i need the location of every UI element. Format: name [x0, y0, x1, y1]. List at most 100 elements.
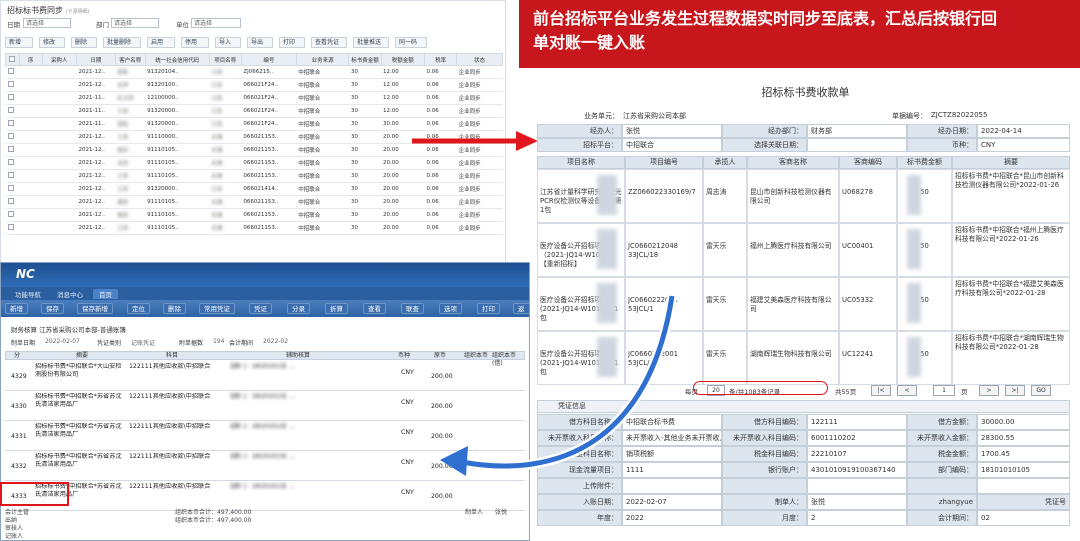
- row-lock-cell: [19, 130, 43, 144]
- handler-field[interactable]: 张悦: [622, 124, 722, 138]
- nc-toolbar-button[interactable]: 凭证: [249, 303, 272, 314]
- checkbox-icon[interactable]: [7, 159, 14, 165]
- column-header: 状态: [456, 53, 503, 66]
- checkbox-icon[interactable]: [7, 120, 14, 126]
- toolbar-button[interactable]: 修改: [39, 37, 65, 48]
- dept-field[interactable]: 财务部: [807, 124, 907, 138]
- voucher-field[interactable]: 4301010919100367140: [807, 462, 907, 478]
- toolbar-button[interactable]: 批量推送: [353, 37, 389, 48]
- row-checkbox-cell[interactable]: [5, 130, 20, 144]
- checkbox-icon[interactable]: [7, 68, 14, 74]
- voucher-field[interactable]: [977, 478, 1070, 494]
- voucher-field[interactable]: 18101010105: [977, 462, 1070, 478]
- checkbox-icon[interactable]: [7, 211, 14, 217]
- row-checkbox-cell[interactable]: [5, 117, 20, 131]
- filter-unit-input[interactable]: 请选择: [191, 18, 241, 28]
- select-all-checkbox[interactable]: [5, 53, 20, 66]
- row-checkbox-cell[interactable]: [5, 78, 20, 92]
- toolbar-button[interactable]: 停用: [181, 37, 209, 48]
- checkbox-icon[interactable]: [7, 133, 14, 139]
- toolbar-button[interactable]: 删除: [71, 37, 97, 48]
- toolbar-button[interactable]: 查看凭证: [311, 37, 347, 48]
- table-row[interactable]: 2021-12.. 江苏 91110105.. 天津. 066021153.. 中招联合 3…: [5, 169, 503, 183]
- nc-toolbar-button[interactable]: 定位: [127, 303, 150, 314]
- grid-cell-code: UC00401: [839, 223, 897, 277]
- nc-toolbar-button[interactable]: 保存新增: [77, 303, 113, 314]
- platform-field[interactable]: 中招联合: [622, 138, 722, 152]
- row-checkbox-cell[interactable]: [5, 65, 20, 79]
- checkbox-icon[interactable]: [7, 224, 14, 230]
- checkbox-icon[interactable]: [7, 172, 14, 178]
- nc-toolbar-button[interactable]: 新增: [5, 303, 28, 314]
- voucher-field[interactable]: 122111: [807, 414, 907, 430]
- table-row[interactable]: 2021-12.. 江苏 91110105.. 天津. 066021153.. 中招联合 3…: [5, 221, 503, 235]
- checkbox-icon[interactable]: [7, 185, 14, 191]
- voucher-field[interactable]: [807, 478, 907, 494]
- nav-item-home[interactable]: 首页: [93, 289, 118, 299]
- table-row[interactable]: 2021-12.. 南京 91110105.. 天津. 066021153.. 中招联合 3…: [5, 195, 503, 209]
- table-row[interactable]: 2021-12.. 化学 91320100.. 江苏. 066021F24.. 中招联合 3…: [5, 78, 503, 92]
- toolbar-button[interactable]: 导出: [247, 37, 273, 48]
- voucher-field[interactable]: 28300.55: [977, 430, 1070, 446]
- table-cell: 20.00: [381, 182, 425, 196]
- nav-item-function[interactable]: 功能导航: [15, 289, 41, 299]
- go-button[interactable]: GO: [1031, 385, 1051, 396]
- row-checkbox-cell[interactable]: [5, 169, 20, 183]
- row-checkbox-cell[interactable]: [5, 156, 20, 170]
- nav-item-messages[interactable]: 消息中心: [57, 289, 83, 299]
- voucher-field[interactable]: 2: [807, 510, 907, 526]
- filter-dept-input[interactable]: 请选择: [111, 18, 159, 28]
- row-checkbox-cell[interactable]: [5, 195, 20, 209]
- row-checkbox-cell[interactable]: [5, 221, 20, 235]
- row-checkbox-cell[interactable]: [5, 208, 20, 222]
- table-cell: 2021-12..: [76, 182, 116, 196]
- voucher-field[interactable]: 30000.00: [977, 414, 1070, 430]
- table-row[interactable]: 2021-12.. 南京 91110105.. 天津. 066021153.. 中招联合 3…: [5, 208, 503, 222]
- first-page-button[interactable]: |<: [871, 385, 891, 396]
- row-checkbox-cell[interactable]: [5, 91, 20, 105]
- nc-toolbar-button[interactable]: 保存: [41, 303, 64, 314]
- table-row[interactable]: 2021-11.. 江苏 91320000.. 江苏. 066021F24.. 中招联合 3…: [5, 104, 503, 118]
- toolbar-button[interactable]: 启用: [147, 37, 175, 48]
- checkbox-icon[interactable]: [7, 198, 14, 204]
- voucher-field[interactable]: 02: [977, 510, 1070, 526]
- toolbar-button[interactable]: 打印: [279, 37, 305, 48]
- checkbox-icon[interactable]: [9, 55, 16, 62]
- currency-field[interactable]: CNY: [977, 138, 1070, 152]
- checkbox-icon[interactable]: [7, 94, 14, 100]
- voucher-field[interactable]: 1700.45: [977, 446, 1070, 462]
- row-checkbox-cell[interactable]: [5, 143, 20, 157]
- row-checkbox-cell[interactable]: [5, 182, 20, 196]
- toolbar-button[interactable]: 同一码: [395, 37, 427, 48]
- table-cell: 天津.: [209, 143, 242, 157]
- last-page-button[interactable]: >|: [1005, 385, 1025, 396]
- nc-toolbar-button[interactable]: 查看: [363, 303, 386, 314]
- nc-toolbar-button[interactable]: 折算: [325, 303, 348, 314]
- toolbar-button[interactable]: 批量删除: [103, 37, 141, 48]
- voucher-field[interactable]: 6001110202: [807, 430, 907, 446]
- checkbox-icon[interactable]: [7, 81, 14, 87]
- voucher-field[interactable]: 22210107: [807, 446, 907, 462]
- table-row[interactable]: 2021-12.. 江苏 91320000.. 江苏. 066021414.. 中招联合 3…: [5, 182, 503, 196]
- related-date-field[interactable]: [807, 138, 907, 152]
- table-cell: 066021F24..: [241, 104, 297, 118]
- checkbox-icon[interactable]: [7, 107, 14, 113]
- next-page-button[interactable]: >: [979, 385, 999, 396]
- date-field[interactable]: 2022-04-14: [977, 124, 1070, 138]
- checkbox-icon[interactable]: [7, 146, 14, 152]
- toolbar-button[interactable]: 新增: [5, 37, 33, 48]
- row-checkbox-cell[interactable]: [5, 104, 20, 118]
- prev-page-button[interactable]: <: [897, 385, 917, 396]
- voucher-field[interactable]: 2022: [622, 510, 722, 526]
- page-input[interactable]: 1: [933, 385, 955, 396]
- nc-toolbar-button[interactable]: 分录: [287, 303, 310, 314]
- voucher-field[interactable]: 张悦: [807, 494, 907, 510]
- nc-toolbar-button[interactable]: 常用凭证: [199, 303, 235, 314]
- table-row[interactable]: 2021-12.. 招标 91320104.. 江苏. ZJ066215.. 中招联合 30…: [5, 65, 503, 79]
- table-row[interactable]: 2021-11.. 红大学 12100000.. 江苏. 066021F24.. 中招联合…: [5, 91, 503, 105]
- toolbar-button[interactable]: 导入: [215, 37, 241, 48]
- page-suffix: 页: [961, 388, 968, 396]
- table-row[interactable]: 2021-12.. 北京 91110105.. 天津. 066021153.. 中招联合 3…: [5, 156, 503, 170]
- nc-toolbar-button[interactable]: 删除: [163, 303, 186, 314]
- filter-date-input[interactable]: 请选择: [23, 18, 71, 28]
